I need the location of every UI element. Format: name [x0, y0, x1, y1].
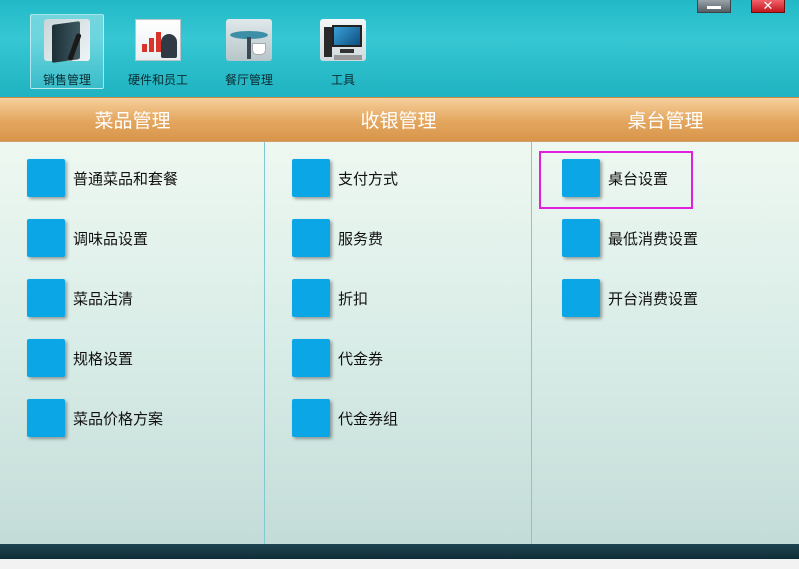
menu-item-service-fee[interactable]: 服务费: [292, 218, 383, 258]
section-title-table-management: 桌台管理: [627, 110, 704, 132]
toolbar-tools[interactable]: 工具: [306, 14, 380, 89]
tile-icon: [27, 399, 65, 437]
menu-item-price-plan[interactable]: 菜品价格方案: [27, 398, 163, 438]
tile-icon: [292, 159, 330, 197]
item-label: 规格设置: [73, 349, 134, 368]
menu-item-voucher[interactable]: 代金券: [292, 338, 383, 378]
menu-item-sold-out[interactable]: 菜品沽清: [27, 278, 133, 318]
minimize-icon: [707, 5, 721, 9]
item-label: 折扣: [338, 289, 369, 308]
minimize-button[interactable]: [697, 0, 731, 13]
toolbar-hardware-staff[interactable]: 硬件和员工: [121, 14, 195, 89]
dish-management-column: 普通菜品和套餐 调味品设置 菜品沽清 规格设置 菜品价格方案: [0, 142, 265, 544]
tile-icon: [292, 219, 330, 257]
section-title-dish-management: 菜品管理: [94, 110, 171, 132]
toolbar-label: 工具: [330, 73, 355, 87]
tile-icon: [27, 219, 65, 257]
top-toolbar: ✕ 销售管理 硬件和员工 餐厅管理 工具: [0, 0, 799, 97]
menu-item-spec-settings[interactable]: 规格设置: [27, 338, 133, 378]
tile-icon: [27, 339, 65, 377]
item-label: 支付方式: [338, 169, 399, 188]
item-label: 普通菜品和套餐: [73, 169, 179, 188]
close-button[interactable]: ✕: [751, 0, 785, 13]
bottom-strip: [0, 559, 799, 569]
item-label: 代金券: [338, 349, 384, 368]
selection-highlight: [539, 151, 693, 209]
item-label: 菜品价格方案: [73, 409, 164, 428]
footer-bar: [0, 544, 799, 559]
cafe-table-icon: [226, 19, 272, 61]
tile-icon: [562, 219, 600, 257]
tile-icon: [27, 159, 65, 197]
cashier-management-column: 支付方式 服务费 折扣 代金券 代金券组: [265, 142, 532, 544]
menu-item-regular-dishes[interactable]: 普通菜品和套餐: [27, 158, 178, 198]
toolbar-label: 硬件和员工: [127, 73, 188, 87]
computer-icon: [320, 19, 366, 61]
tile-icon: [292, 279, 330, 317]
item-label: 菜品沽清: [73, 289, 134, 308]
menu-item-opening-consumption[interactable]: 开台消费设置: [562, 278, 698, 318]
section-title-cashier-management: 收银管理: [360, 110, 437, 132]
item-label: 最低消费设置: [608, 229, 699, 248]
menu-item-seasoning[interactable]: 调味品设置: [27, 218, 148, 258]
tile-icon: [292, 399, 330, 437]
menu-item-discount[interactable]: 折扣: [292, 278, 368, 318]
toolbar-label: 销售管理: [42, 73, 91, 87]
tile-icon: [292, 339, 330, 377]
item-label: 开台消费设置: [608, 289, 699, 308]
section-header-band: 菜品管理 收银管理 桌台管理: [0, 97, 799, 142]
toolbar-restaurant-management[interactable]: 餐厅管理: [212, 14, 286, 89]
item-label: 调味品设置: [73, 229, 149, 248]
chart-person-icon: [135, 19, 181, 61]
item-label: 代金券组: [338, 409, 399, 428]
close-icon: ✕: [762, 0, 774, 14]
tile-icon: [27, 279, 65, 317]
item-label: 服务费: [338, 229, 384, 248]
toolbar-sales-management[interactable]: 销售管理: [30, 14, 104, 89]
toolbar-label: 餐厅管理: [224, 73, 273, 87]
menu-item-payment-methods[interactable]: 支付方式: [292, 158, 398, 198]
tile-icon: [562, 279, 600, 317]
sales-book-icon: [44, 19, 90, 63]
menu-item-min-consumption[interactable]: 最低消费设置: [562, 218, 698, 258]
menu-item-voucher-group[interactable]: 代金券组: [292, 398, 398, 438]
